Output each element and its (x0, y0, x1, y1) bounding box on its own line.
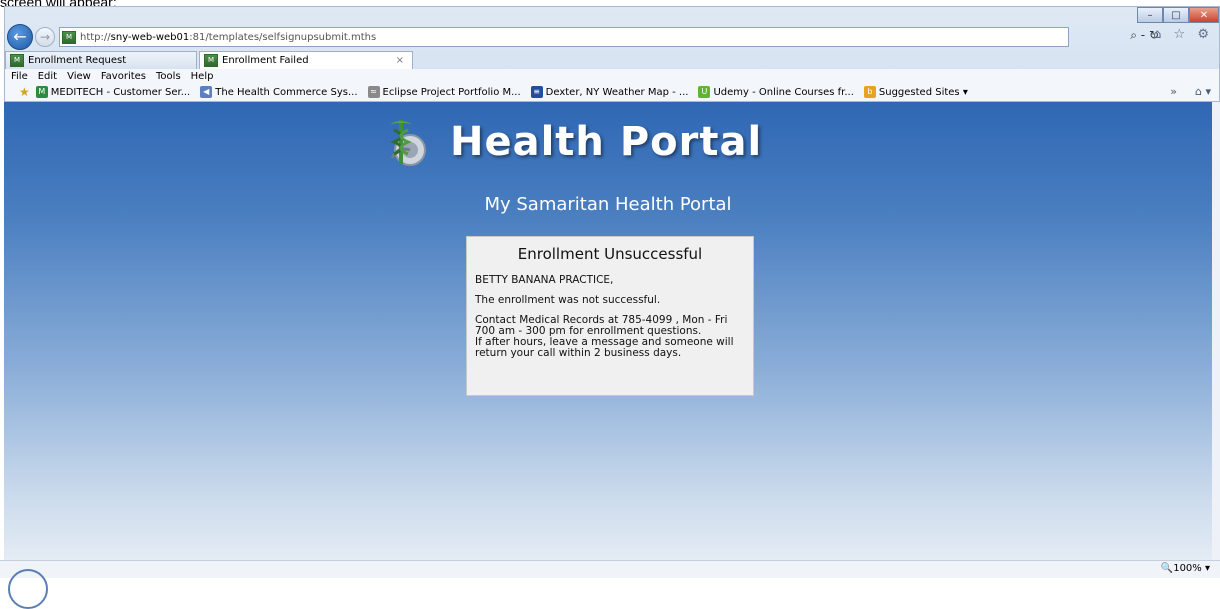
card-title: Enrollment Unsuccessful (517, 245, 703, 263)
menu-tools[interactable]: Tools (156, 71, 181, 82)
windows-start-icon[interactable] (8, 569, 48, 609)
favorite-label: Udemy - Online Courses fr... (713, 86, 854, 98)
enrollment-result-card: Enrollment Unsuccessful BETTY BANANA PRA… (466, 236, 754, 396)
favorite-udemy[interactable]: U Udemy - Online Courses fr... (698, 86, 854, 98)
favorite-weather[interactable]: ≡ Dexter, NY Weather Map - ... (530, 86, 689, 98)
url-host: sny-web-web01 (110, 31, 190, 43)
url-prefix: http:// (80, 31, 111, 43)
portal-logo: Health Portal (380, 112, 762, 172)
tab-bar: M Enrollment Request M Enrollment Failed… (5, 49, 1219, 69)
page-favicon-icon: M (62, 30, 76, 44)
portal-title: Health Portal (450, 119, 763, 165)
tab-enrollment-request[interactable]: M Enrollment Request (5, 51, 197, 69)
address-bar[interactable]: M http://sny-web-web01:81/templates/self… (59, 27, 1069, 47)
weather-icon: ≡ (530, 86, 543, 98)
caduceus-logo-icon (380, 116, 432, 168)
favorite-meditech[interactable]: M MEDITECH - Customer Ser... (35, 86, 191, 98)
bing-icon: b (863, 86, 876, 98)
favorite-label: The Health Commerce Sys... (215, 86, 358, 98)
favorites-bar: ★ M MEDITECH - Customer Ser... ◀ The Hea… (5, 83, 1219, 101)
favorites-bar-right: » ⌂ ▾ (1170, 85, 1211, 98)
status-bar: 🔍100% ▾ (0, 560, 1220, 609)
favorite-label: Suggested Sites ▾ (878, 86, 968, 98)
favorite-label: Dexter, NY Weather Map - ... (545, 86, 689, 98)
minimize-icon[interactable]: – (1137, 7, 1163, 23)
eclipse-icon: ≈ (367, 86, 380, 98)
tab-close-icon[interactable]: × (396, 55, 404, 66)
favorite-eclipse[interactable]: ≈ Eclipse Project Portfolio M... (367, 86, 521, 98)
menu-edit[interactable]: Edit (38, 71, 57, 82)
tab-label: Enrollment Request (28, 55, 127, 66)
udemy-icon: U (698, 86, 711, 98)
favorite-health-commerce[interactable]: ◀ The Health Commerce Sys... (200, 86, 358, 98)
favorite-label: Eclipse Project Portfolio M... (382, 86, 521, 98)
menu-file[interactable]: File (11, 71, 28, 82)
forward-button[interactable]: → (35, 27, 55, 47)
tab-enrollment-failed[interactable]: M Enrollment Failed × (199, 51, 413, 69)
home-favorites-settings-icons[interactable]: ⌂ ☆ ⚙ (1153, 27, 1213, 42)
contact-info: Contact Medical Records at 785-4099 , Mo… (475, 314, 728, 337)
close-window-icon[interactable]: ✕ (1189, 7, 1219, 23)
favorites-star-icon[interactable]: ★ (19, 85, 30, 99)
menu-view[interactable]: View (67, 71, 91, 82)
greeting-text: BETTY BANANA PRACTICE, (475, 274, 614, 286)
menu-help[interactable]: Help (191, 71, 214, 82)
address-row: ← → M http://sny-web-web01:81/templates/… (5, 24, 1219, 50)
browser-chrome: – □ ✕ ← → M http://sny-web-web01:81/temp… (4, 6, 1220, 102)
menu-favorites[interactable]: Favorites (101, 71, 146, 82)
back-button[interactable]: ← (7, 24, 33, 50)
menu-bar: File Edit View Favorites Tools Help (5, 69, 1219, 83)
favorite-suggested-sites[interactable]: b Suggested Sites ▾ (863, 86, 968, 98)
page-subtitle: My Samaritan Health Portal (484, 194, 732, 215)
vertical-scrollbar[interactable] (1212, 102, 1220, 560)
page-viewport: Health Portal My Samaritan Health Portal… (4, 102, 1212, 560)
zoom-level[interactable]: 🔍100% ▾ (1161, 563, 1210, 574)
tab-favicon-icon: M (204, 54, 218, 67)
favorite-label: MEDITECH - Customer Ser... (50, 86, 191, 98)
after-hours-info: If after hours, leave a message and some… (475, 336, 734, 359)
url-path: :81/templates/selfsignupsubmit.mths (189, 31, 377, 43)
tab-label: Enrollment Failed (222, 55, 309, 66)
meditech-icon: M (35, 86, 48, 98)
window-controls: – □ ✕ (1137, 7, 1219, 23)
maximize-icon[interactable]: □ (1163, 7, 1189, 23)
home-dropdown-icon[interactable]: ⌂ ▾ (1195, 85, 1211, 98)
failure-message: The enrollment was not successful. (475, 294, 661, 306)
tab-favicon-icon: M (10, 54, 24, 67)
health-commerce-icon: ◀ (200, 86, 213, 98)
chevron-more-icon[interactable]: » (1170, 85, 1177, 98)
